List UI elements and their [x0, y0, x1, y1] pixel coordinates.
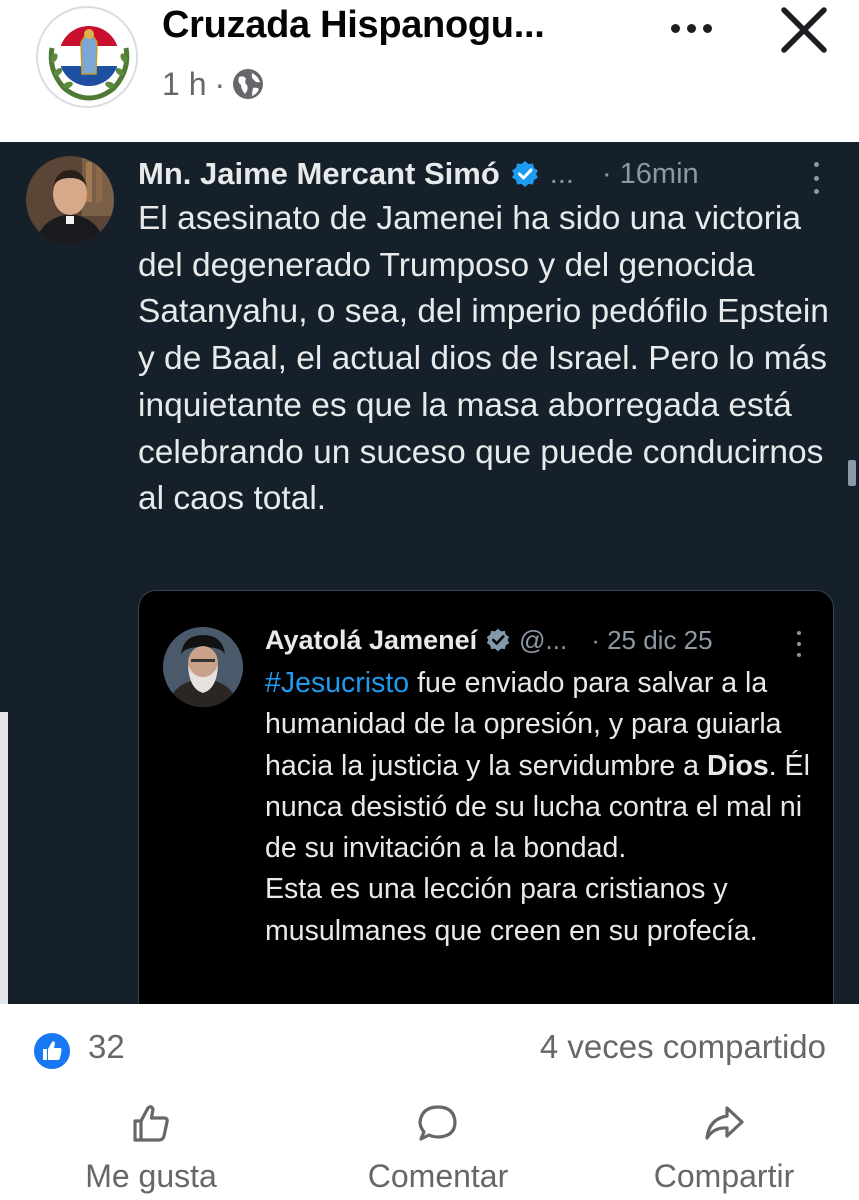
share-label: Compartir — [653, 1158, 795, 1194]
page-avatar[interactable] — [36, 6, 138, 108]
close-icon[interactable] — [776, 2, 832, 58]
comment-bubble-icon — [418, 1105, 457, 1141]
tweet-text: El asesinato de Jamenei ha sido una vict… — [138, 200, 829, 518]
quoted-text: #Jesucristo fue enviado para salvar a la… — [265, 663, 825, 952]
quoted-author-name: Ayatolá Jameneí — [265, 624, 478, 655]
thumbs-up-icon — [133, 1105, 169, 1142]
page-logo-image — [40, 10, 136, 106]
comment-label: Comentar — [367, 1158, 509, 1194]
like-reaction-icon[interactable] — [32, 1031, 72, 1071]
like-button[interactable]: Me gusta — [66, 1102, 236, 1198]
scroll-indicator — [848, 460, 856, 486]
globe-icon[interactable] — [231, 67, 265, 101]
tweet-handle: ... — [549, 157, 574, 190]
more-options-button[interactable] — [656, 8, 726, 48]
like-count[interactable]: 32 — [88, 1028, 125, 1066]
quoted-handle: @... — [519, 624, 568, 655]
share-arrow-icon — [705, 1106, 744, 1140]
reactions-summary: 32 4 veces compartido — [0, 1004, 859, 1090]
quoted-time: · 25 dic 25 — [591, 624, 713, 655]
post-meta: 1 h · — [162, 62, 265, 106]
tweet-author-name: Mn. Jaime Mercant Simó — [138, 156, 500, 191]
post-header: Cruzada Hispanogu... 1 h · — [0, 0, 859, 142]
post-action-bar: Me gusta Comentar Compartir — [0, 1090, 859, 1200]
more-horizontal-icon — [670, 23, 680, 33]
tweet-more-icon — [806, 158, 826, 198]
quoted-text-paragraph: Esta es una lección para cristianos y mu… — [265, 873, 758, 947]
share-count[interactable]: 4 veces compartido — [540, 1028, 826, 1066]
quoted-more-icon — [791, 629, 807, 659]
tweet-time: · 16min — [601, 157, 699, 190]
quoted-author-avatar — [163, 627, 243, 707]
tweet-header: Mn. Jaime Mercant Simó ... · 16min — [138, 154, 699, 194]
post-time[interactable]: 1 h — [162, 66, 206, 103]
shared-tweet-screenshot[interactable]: Mn. Jaime Mercant Simó ... · 16min El as… — [0, 142, 859, 1004]
hashtag-link: #Jesucristo — [265, 667, 410, 699]
quoted-bold-word: Dios — [706, 749, 769, 782]
quoted-header: Ayatolá Jameneí @... · 25 dic 25 — [265, 621, 713, 659]
verified-badge-icon — [511, 161, 538, 187]
tweet-author-avatar — [26, 156, 114, 244]
meta-separator: · — [214, 65, 226, 102]
quoted-tweet: Ayatolá Jameneí @... · 25 dic 25 #Jesucr… — [138, 590, 834, 1004]
like-label: Me gusta — [85, 1158, 217, 1194]
share-button[interactable]: Compartir — [632, 1102, 816, 1198]
comment-button[interactable]: Comentar — [348, 1102, 528, 1198]
page-name[interactable]: Cruzada Hispanogu... — [162, 4, 632, 47]
verified-badge-grey-icon — [486, 628, 510, 652]
